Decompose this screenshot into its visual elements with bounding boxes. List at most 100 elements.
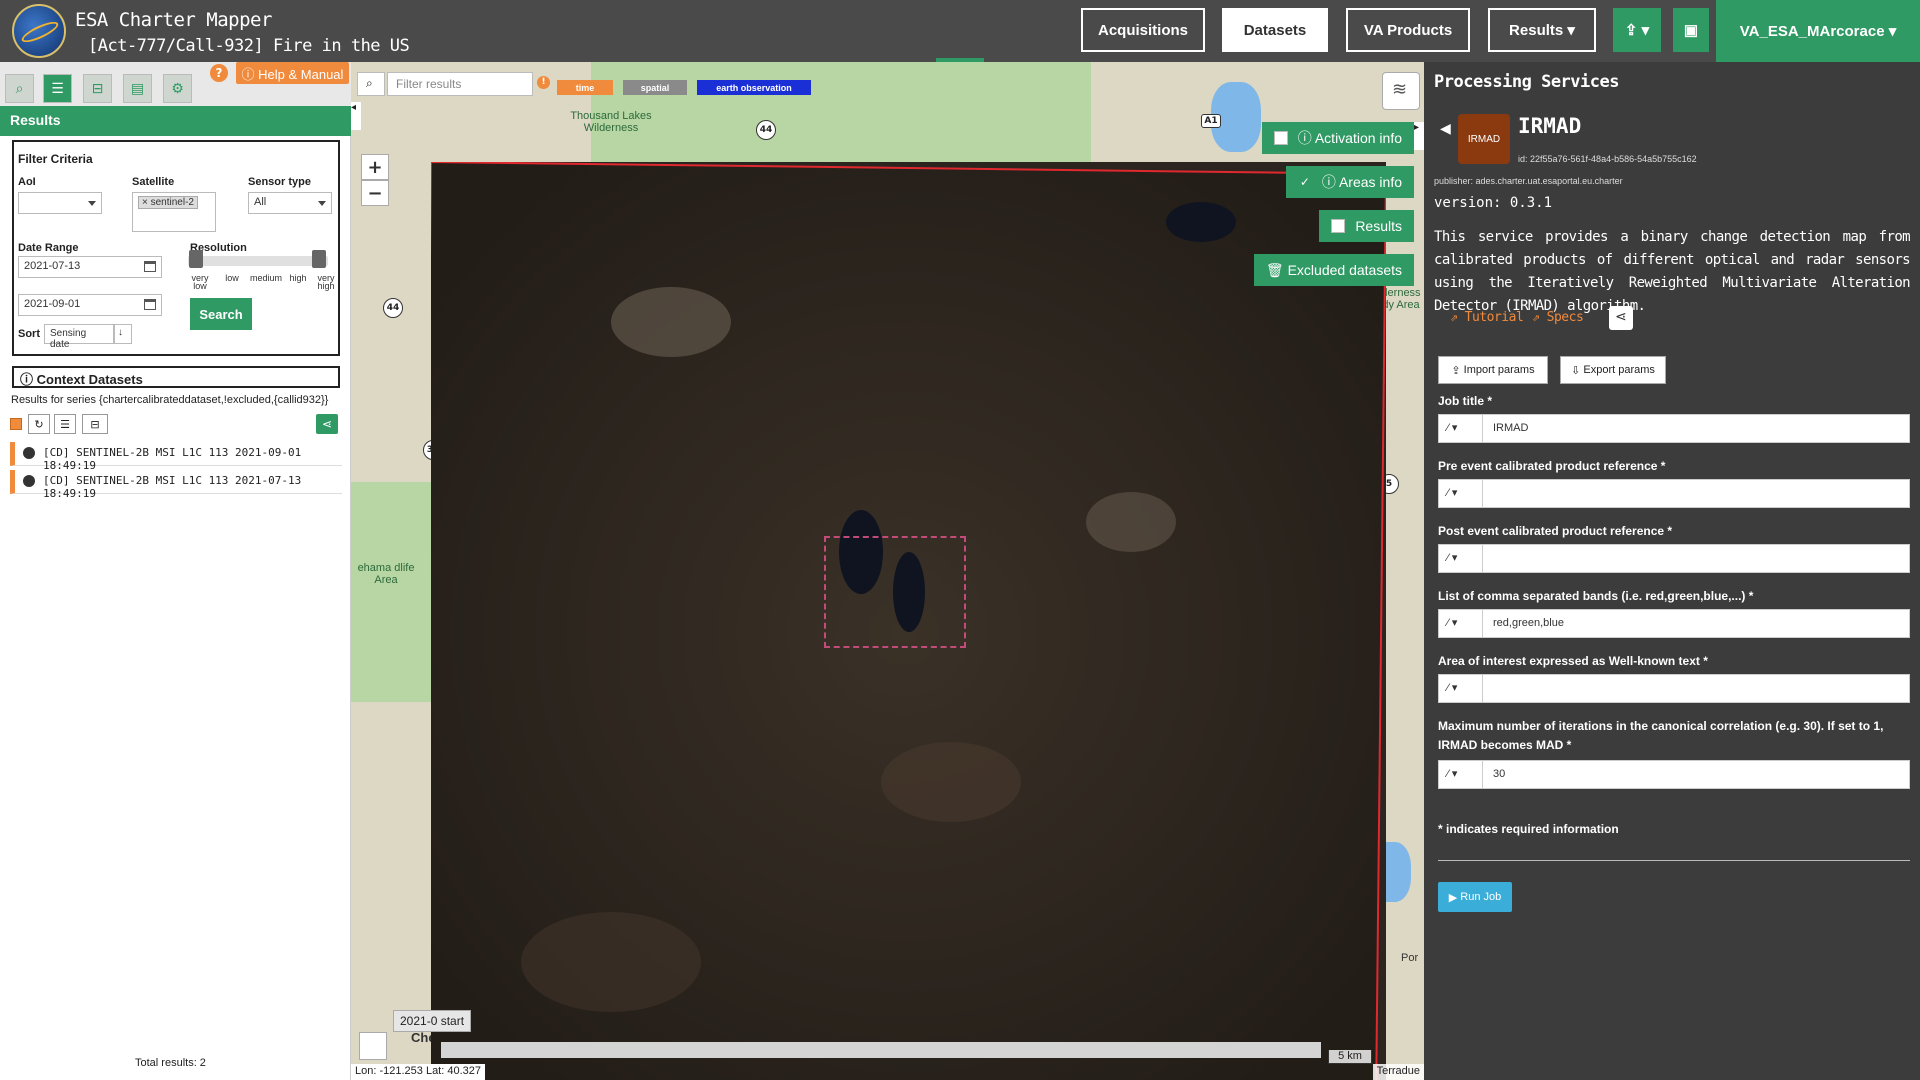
map-attribution[interactable]: Terradue: [1372, 1064, 1424, 1080]
filter-results-input[interactable]: Filter results: [387, 72, 533, 96]
zoom-in-button[interactable]: +: [361, 154, 389, 180]
specs-link[interactable]: ⇗ Specs: [1532, 310, 1584, 325]
map-view[interactable]: Thousand Lakes Wilderness ehama dlife Ar…: [351, 62, 1424, 1080]
external-link-icon: ⇗: [1532, 310, 1540, 325]
results-toggle[interactable]: Results: [1319, 210, 1414, 242]
nav-acquisitions[interactable]: Acquisitions: [1081, 8, 1205, 52]
wand-icon[interactable]: ⁄ ▾: [1439, 480, 1483, 507]
sensor-type-value: All: [254, 196, 267, 208]
wand-icon[interactable]: ⁄ ▾: [1439, 761, 1483, 788]
upload-button[interactable]: ⇪ ▾: [1613, 8, 1661, 52]
filter-title: Filter Criteria: [18, 152, 93, 166]
area-of-interest-box[interactable]: [824, 536, 966, 648]
divider: [1438, 860, 1910, 861]
sensor-type-select[interactable]: All: [248, 192, 332, 214]
bands-input[interactable]: ⁄ ▾ red,green,blue: [1438, 609, 1910, 638]
job-title-input[interactable]: ⁄ ▾ IRMAD: [1438, 414, 1910, 443]
download-icon: ⇩: [1571, 364, 1584, 377]
user-menu[interactable]: VA_ESA_MArcorace ▾: [1716, 0, 1920, 62]
date-to-input[interactable]: 2021-09-01: [18, 294, 162, 316]
results-checkbox[interactable]: [1331, 219, 1346, 233]
briefcase-button[interactable]: ▣: [1673, 8, 1709, 52]
nav-va-products[interactable]: VA Products: [1346, 8, 1470, 52]
filter-tag-spatial[interactable]: spatial: [623, 80, 687, 95]
layers-button[interactable]: ≋: [1382, 72, 1420, 110]
calendar-icon[interactable]: [144, 261, 156, 272]
list-view-button[interactable]: ☰: [54, 414, 76, 434]
list-item[interactable]: [CD] SENTINEL-2B MSI L1C 113 2021-07-13 …: [10, 470, 342, 500]
resolution-slider-max-handle[interactable]: [312, 250, 326, 268]
satellite-label: Satellite: [132, 176, 175, 188]
export-params-button[interactable]: ⇩ Export params: [1560, 356, 1666, 384]
nav-results[interactable]: Results ▾: [1488, 8, 1596, 52]
share-results-button[interactable]: ⋖: [316, 414, 338, 434]
filter-tag-time[interactable]: time: [557, 80, 613, 95]
areas-info-checkbox[interactable]: ✓: [1297, 175, 1312, 189]
resolution-slider-min-handle[interactable]: [189, 250, 203, 268]
satellite-select[interactable]: × sentinel-2: [132, 192, 216, 232]
help-question-icon[interactable]: ?: [210, 64, 228, 82]
activation-info-toggle[interactable]: ⓘ Activation info: [1261, 122, 1414, 154]
run-job-button[interactable]: ▶ Run Job: [1438, 882, 1512, 912]
service-id: id: 22f55a76-561f-48a4-b586-54a5b755c162: [1518, 154, 1697, 164]
basket-icon: ⊟: [90, 417, 100, 431]
add-to-basket-button[interactable]: ⊟: [82, 414, 108, 434]
context-datasets-header[interactable]: ⓘ Context Datasets: [12, 366, 340, 388]
resolution-tick: high: [289, 273, 307, 283]
road-shield: 44: [756, 120, 776, 140]
areas-info-toggle[interactable]: ✓ ⓘ Areas info: [1285, 166, 1414, 198]
results-tab-button[interactable]: ☰: [43, 74, 72, 103]
info-icon[interactable]: !: [537, 76, 550, 89]
wand-icon[interactable]: ⁄ ▾: [1439, 675, 1483, 702]
refresh-button[interactable]: ↻: [28, 414, 50, 434]
select-all-checkbox[interactable]: [10, 418, 22, 430]
esa-charter-logo[interactable]: [12, 4, 66, 58]
post-event-input[interactable]: ⁄ ▾: [1438, 544, 1910, 573]
timeline-start-label: 2021-0 start: [393, 1010, 472, 1032]
result-title: [CD] SENTINEL-2B MSI L1C 113 2021-07-13 …: [43, 474, 302, 500]
basket-tab-button[interactable]: ⊟: [83, 74, 112, 103]
post-event-label: Post event calibrated product reference …: [1438, 524, 1673, 538]
back-icon[interactable]: ◀: [1440, 120, 1451, 137]
import-params-label: Import params: [1463, 364, 1535, 376]
date-from-value: 2021-07-13: [24, 260, 81, 272]
collapse-right-panel-button[interactable]: ▸: [1414, 122, 1424, 150]
settings-tab-button[interactable]: ⚙: [163, 74, 192, 103]
max-iterations-input[interactable]: ⁄ ▾ 30: [1438, 760, 1910, 789]
filter-tag-earth-observation[interactable]: earth observation: [697, 80, 811, 95]
share-button[interactable]: ⋖: [1609, 306, 1633, 330]
date-from-input[interactable]: 2021-07-13: [18, 256, 162, 278]
pre-event-input[interactable]: ⁄ ▾: [1438, 479, 1910, 508]
resolution-tick: low: [225, 273, 239, 283]
activation-info-checkbox[interactable]: [1273, 131, 1288, 145]
archive-tab-button[interactable]: ▤: [123, 74, 152, 103]
tutorial-link[interactable]: ⇗ Tutorial: [1450, 310, 1524, 325]
collapse-left-panel-button[interactable]: ◂: [351, 102, 361, 130]
search-icon: ⌕: [15, 80, 24, 97]
aoi-select[interactable]: [18, 192, 102, 214]
help-manual-button[interactable]: ⓘ Help & Manual: [236, 62, 349, 84]
sort-select[interactable]: Sensing date: [44, 324, 114, 350]
resolution-slider-track[interactable]: [188, 256, 328, 266]
map-search-button[interactable]: ⌕: [357, 72, 385, 96]
pre-event-label: Pre event calibrated product reference *: [1438, 459, 1666, 473]
timeline-bar[interactable]: [441, 1042, 1321, 1058]
calendar-icon[interactable]: [144, 299, 156, 310]
import-params-button[interactable]: ⇪ Import params: [1438, 356, 1548, 384]
satellite-tag[interactable]: × sentinel-2: [138, 196, 198, 209]
wand-icon[interactable]: ⁄ ▾: [1439, 415, 1483, 442]
map-label-wilderness: derness dy Area: [1381, 287, 1421, 311]
nav-datasets[interactable]: Datasets: [1222, 8, 1328, 52]
search-tab-button[interactable]: ⌕: [5, 74, 34, 103]
wand-icon[interactable]: ⁄ ▾: [1439, 610, 1483, 637]
search-button[interactable]: Search: [190, 298, 252, 330]
list-item[interactable]: [CD] SENTINEL-2B MSI L1C 113 2021-09-01 …: [10, 442, 342, 472]
wand-icon[interactable]: ⁄ ▾: [1439, 545, 1483, 572]
chevron-down-icon: [318, 201, 326, 206]
timeline-toggle-button[interactable]: [359, 1032, 387, 1060]
sort-direction-button[interactable]: ↓: [114, 324, 132, 344]
excluded-datasets-button[interactable]: 🗑 Excluded datasets: [1253, 254, 1414, 286]
aoi-wkt-input[interactable]: ⁄ ▾: [1438, 674, 1910, 703]
date-range-label: Date Range: [18, 242, 79, 254]
zoom-out-button[interactable]: −: [361, 180, 389, 206]
